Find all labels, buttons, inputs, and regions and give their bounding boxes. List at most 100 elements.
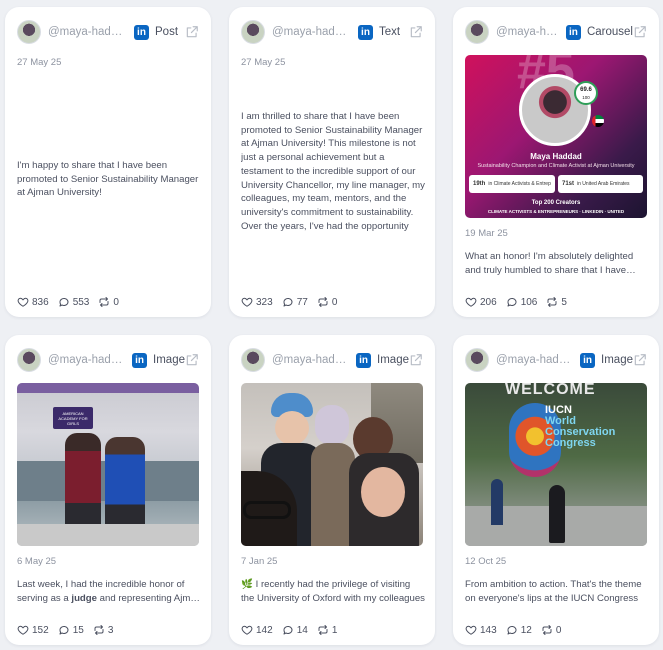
post-card[interactable]: @maya-haddad in Image AMERICAN ACADEMY F… xyxy=(5,335,211,645)
ceiling-beam xyxy=(17,383,199,393)
like-count: 142 xyxy=(256,624,273,636)
post-text: 🌿 I recently had the privilege of visiti… xyxy=(241,579,425,604)
repost-count: 1 xyxy=(331,624,338,636)
person-standing xyxy=(549,485,565,543)
author-handle[interactable]: @maya-haddad xyxy=(496,354,574,366)
post-text: From ambition to action. That's the them… xyxy=(465,579,642,604)
author-handle[interactable]: @maya-haddad xyxy=(496,26,560,38)
post-card[interactable]: @maya-haddad in Post 27 May 25 I'm happy… xyxy=(5,7,211,317)
comment-count: 106 xyxy=(520,296,538,308)
card-header: @maya-haddad in Carousel xyxy=(465,20,647,44)
comment-icon[interactable] xyxy=(506,624,518,636)
card-header: @maya-haddad in Post xyxy=(17,20,199,44)
author-handle[interactable]: @maya-haddad xyxy=(48,26,128,38)
linkedin-icon: in xyxy=(132,352,148,368)
repost-count: 3 xyxy=(107,624,114,636)
post-type-label: Image xyxy=(153,354,185,366)
face xyxy=(275,411,309,445)
heart-icon[interactable] xyxy=(17,296,29,308)
repost-count: 0 xyxy=(331,296,338,308)
post-date: 19 Mar 25 xyxy=(465,228,508,239)
like-count: 323 xyxy=(256,296,273,308)
repost-icon[interactable] xyxy=(541,624,553,636)
card-header: @maya-haddad in Image xyxy=(17,348,199,372)
creator-subtitle: Sustainability Champion and Climate Acti… xyxy=(477,163,635,169)
comment-count: 77 xyxy=(296,296,308,308)
post-stats: 142 14 1 xyxy=(241,624,346,636)
comment-icon[interactable] xyxy=(282,624,294,636)
post-image[interactable]: WELCOME IUCN World Conservation Congress xyxy=(465,383,647,546)
rank-label: in United Arab Emirates xyxy=(577,181,630,187)
headscarf xyxy=(315,405,349,445)
comment-count: 12 xyxy=(520,624,532,636)
post-card[interactable]: @maya-haddad in Carousel #5 69.6 100 May… xyxy=(453,7,659,317)
post-type-label: Image xyxy=(377,354,409,366)
like-count: 152 xyxy=(32,624,49,636)
post-text: What an honor! I'm absolutely delighted … xyxy=(465,251,634,276)
avatar xyxy=(241,20,265,44)
rank-value: 19th xyxy=(473,181,486,187)
avatar xyxy=(17,348,41,372)
glasses xyxy=(243,501,291,519)
post-stats: 323 77 0 xyxy=(241,296,346,308)
linkedin-icon: in xyxy=(580,352,596,368)
heart-icon[interactable] xyxy=(17,624,29,636)
repost-count: 0 xyxy=(113,296,119,308)
post-stats: 206 106 5 xyxy=(465,296,576,308)
external-link-icon[interactable] xyxy=(409,25,423,39)
repost-icon[interactable] xyxy=(317,296,329,308)
author-handle[interactable]: @maya-haddad xyxy=(272,26,352,38)
post-card[interactable]: @maya-haddad in Image WELCOME IUCN World… xyxy=(453,335,659,645)
repost-icon[interactable] xyxy=(546,296,558,308)
heart-icon[interactable] xyxy=(465,624,477,636)
footer-title: Top 200 Creators xyxy=(531,200,581,206)
footer-subtitle: CLIMATE ACTIVISTS & ENTREPRENEURS · LINK… xyxy=(487,209,625,214)
external-link-icon[interactable] xyxy=(633,353,647,367)
floor xyxy=(17,524,199,546)
creator-name: Maya Haddad xyxy=(530,152,582,161)
score-total: 100 xyxy=(582,95,590,100)
post-card[interactable]: @maya-haddad in Text 27 May 25 I am thri… xyxy=(229,7,435,317)
post-date: 27 May 25 xyxy=(17,57,62,68)
comment-icon[interactable] xyxy=(282,296,294,308)
score-value: 69.6 xyxy=(580,87,592,93)
external-link-icon[interactable] xyxy=(185,25,199,39)
post-type-label: Text xyxy=(379,26,401,38)
card-header: @maya-haddad in Image xyxy=(241,348,423,372)
avatar xyxy=(465,20,489,44)
rank-box: 71st in United Arab Emirates xyxy=(558,175,643,193)
comment-count: 553 xyxy=(72,296,90,308)
post-text: I'm happy to share that I have been prom… xyxy=(17,160,199,199)
repost-icon[interactable] xyxy=(98,296,110,308)
card-header: @maya-haddad in Image xyxy=(465,348,647,372)
external-link-icon[interactable] xyxy=(409,353,423,367)
author-handle[interactable]: @maya-haddad xyxy=(272,354,350,366)
heart-icon[interactable] xyxy=(465,296,477,308)
like-count: 206 xyxy=(480,296,497,308)
repost-count: 0 xyxy=(555,624,562,636)
post-image[interactable] xyxy=(241,383,423,546)
comment-count: 14 xyxy=(296,624,308,636)
author-handle[interactable]: @maya-haddad xyxy=(48,354,126,366)
heart-icon[interactable] xyxy=(241,296,253,308)
post-text: Last week, I had the incredible honor of… xyxy=(17,578,201,605)
carousel-image[interactable]: #5 69.6 100 Maya Haddad Sustainability C… xyxy=(465,55,647,218)
comment-icon[interactable] xyxy=(58,296,70,308)
comment-icon[interactable] xyxy=(58,624,70,636)
repost-icon[interactable] xyxy=(93,624,105,636)
post-stats: 143 12 0 xyxy=(465,624,570,636)
rank-label: in Climate Activists & Entrepreneurs xyxy=(488,181,551,187)
external-link-icon[interactable] xyxy=(633,25,647,39)
external-link-icon[interactable] xyxy=(185,353,199,367)
post-card[interactable]: @maya-haddad in Image 7 Jan 25 🌿 I recen… xyxy=(229,335,435,645)
post-text: I am thrilled to share that I have been … xyxy=(241,111,425,232)
post-date: 12 Oct 25 xyxy=(465,556,507,567)
like-count: 143 xyxy=(480,624,497,636)
comment-icon[interactable] xyxy=(506,296,518,308)
post-type-label: Post xyxy=(155,26,179,38)
repost-icon[interactable] xyxy=(317,624,329,636)
post-date: 6 May 25 xyxy=(17,556,57,567)
heart-icon[interactable] xyxy=(241,624,253,636)
rank-box: 19th in Climate Activists & Entrepreneur… xyxy=(469,175,555,193)
post-image[interactable]: AMERICAN ACADEMY FOR GIRLS xyxy=(17,383,199,546)
